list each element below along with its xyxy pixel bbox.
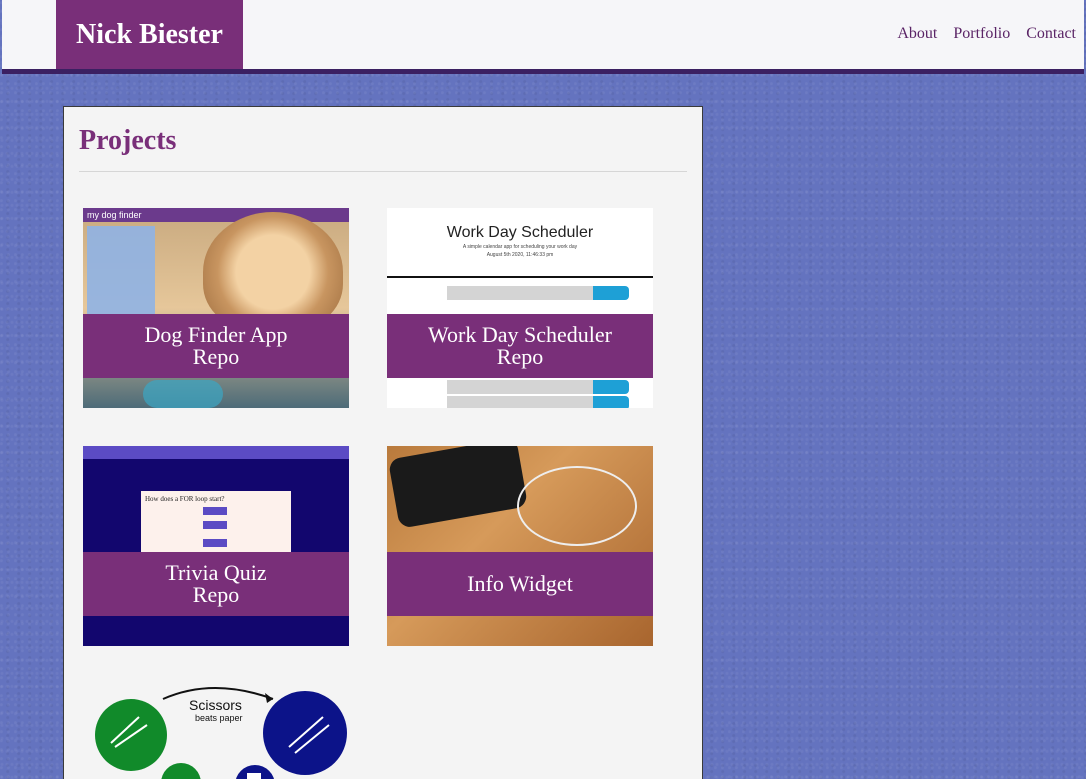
thumb-sched-row <box>447 396 597 408</box>
thumb-sched-line <box>387 276 653 278</box>
project-label: Info Widget <box>387 552 653 616</box>
phone-image <box>387 446 529 529</box>
thumb-quiz-box: How does a FOR loop start? <box>141 491 291 561</box>
toy-image <box>143 380 223 408</box>
project-title: Info Widget <box>467 571 573 596</box>
rps-subtitle: beats paper <box>195 713 243 723</box>
main-nav: About Portfolio Contact <box>897 25 1076 43</box>
thumb-sched-row <box>447 286 597 300</box>
project-rock-paper-scissors[interactable]: Scissors beats paper <box>83 677 349 779</box>
project-label: Trivia Quiz Repo <box>83 552 349 616</box>
project-work-day-scheduler[interactable]: Work Day Scheduler A simple calendar app… <box>387 208 653 408</box>
thumb-sched-save <box>593 396 629 408</box>
project-trivia-quiz[interactable]: How does a FOR loop start? Trivia Quiz R… <box>83 446 349 646</box>
thumb-quiz-question: How does a FOR loop start? <box>145 495 225 503</box>
thumb-dog-form <box>87 226 155 316</box>
thumb-sched-title: Work Day Scheduler <box>446 224 594 241</box>
thumb-quiz-option <box>203 507 227 515</box>
project-repo: Repo <box>192 582 240 607</box>
projects-card: Projects my dog finder Dog Finder App Re… <box>63 106 703 779</box>
thumb-sched-row <box>447 380 597 394</box>
rps-title: Scissors <box>189 697 242 713</box>
nav-portfolio-link[interactable]: Portfolio <box>953 25 1010 43</box>
thumb-quiz-option <box>203 539 227 547</box>
project-info-widget[interactable]: Info Widget <box>387 446 653 646</box>
heading-divider <box>79 171 687 172</box>
site-header: Nick Biester About Portfolio Contact <box>2 0 1084 74</box>
thumb-sched-save <box>593 380 629 394</box>
project-label: Dog Finder App Repo <box>83 314 349 378</box>
thumb-quiz-option <box>203 521 227 529</box>
project-title: Dog Finder App <box>144 322 288 347</box>
nav-about-link[interactable]: About <box>897 25 937 43</box>
thumb-sched-sub: A simple calendar app for scheduling you… <box>462 244 578 250</box>
rps-diagram <box>95 687 347 779</box>
projects-heading: Projects <box>79 125 177 156</box>
project-label: Work Day Scheduler Repo <box>387 314 653 378</box>
thumb-sched-date: August 5th 2020, 11:46:33 pm <box>486 252 554 258</box>
thumb-sched-save <box>593 286 629 300</box>
project-title: Trivia Quiz <box>165 560 267 585</box>
project-repo: Repo <box>192 344 240 369</box>
project-repo: Repo <box>496 344 544 369</box>
nav-contact-link[interactable]: Contact <box>1026 25 1076 43</box>
thumb-quiz-bar <box>83 446 349 459</box>
earbuds-image <box>517 466 637 546</box>
project-title: Work Day Scheduler <box>428 322 612 347</box>
site-logo[interactable]: Nick Biester <box>56 0 243 69</box>
small-scissors-circle <box>161 763 201 779</box>
project-dog-finder[interactable]: my dog finder Dog Finder App Repo <box>83 208 349 408</box>
